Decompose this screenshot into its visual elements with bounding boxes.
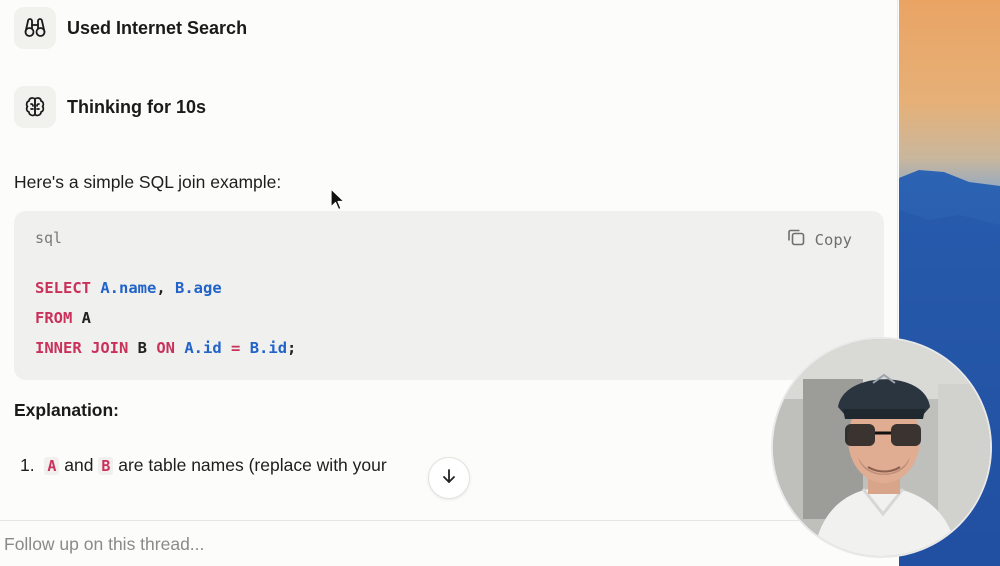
message-intro: Here's a simple SQL join example: <box>14 172 282 192</box>
code-line: FROM A <box>35 303 296 333</box>
code-line: INNER JOIN B ON A.id = B.id; <box>35 333 296 363</box>
explanation-heading: Explanation: <box>14 400 120 420</box>
code-content: SELECT A.name, B.age FROM A INNER JOIN B O… <box>35 273 296 363</box>
chat-panel: Used Internet Search Thinking for 10s He… <box>0 0 898 566</box>
code-block: sql Copy SELECT A.name, B.age FROM A INNER… <box>14 211 884 380</box>
copy-button[interactable]: Copy <box>786 227 852 252</box>
code-text: A <box>72 309 91 327</box>
copy-icon <box>786 227 806 252</box>
code-text: , <box>156 279 176 297</box>
list-item: 1. A and B are table names (replace with… <box>20 455 387 476</box>
code-line: SELECT A.name, B.age <box>35 273 296 303</box>
step-label: Used Internet Search <box>67 17 248 38</box>
binoculars-icon <box>14 7 56 49</box>
code-keyword: = <box>231 339 241 357</box>
code-keyword: SELECT <box>35 279 91 297</box>
followup-bar <box>0 520 898 566</box>
code-identifier: A.name <box>100 279 157 297</box>
list-text: are table names (replace with your <box>118 455 387 475</box>
code-identifier: A.id <box>184 339 222 357</box>
code-keyword: INNER JOIN <box>35 339 129 357</box>
list-number: 1. <box>20 455 35 475</box>
followup-input[interactable] <box>4 531 764 557</box>
code-identifier: B.age <box>175 279 222 297</box>
step-internet-search[interactable]: Used Internet Search <box>14 7 247 49</box>
mouse-cursor <box>330 188 346 217</box>
inline-code-a: A <box>44 456 60 475</box>
copy-label: Copy <box>814 230 852 249</box>
step-label: Thinking for 10s <box>67 96 207 117</box>
arrow-down-icon <box>440 467 458 490</box>
code-text: B <box>128 339 157 357</box>
brain-icon <box>14 86 56 128</box>
step-thinking[interactable]: Thinking for 10s <box>14 86 206 128</box>
code-keyword: ON <box>156 339 175 357</box>
webcam-overlay <box>771 337 992 558</box>
code-text: ; <box>287 339 297 357</box>
list-text-and: and <box>64 455 94 475</box>
scroll-to-bottom-button[interactable] <box>428 457 470 499</box>
code-identifier: B.id <box>249 339 288 357</box>
code-keyword: FROM <box>35 309 73 327</box>
inline-code-b: B <box>98 456 114 475</box>
code-language: sql <box>35 229 63 247</box>
